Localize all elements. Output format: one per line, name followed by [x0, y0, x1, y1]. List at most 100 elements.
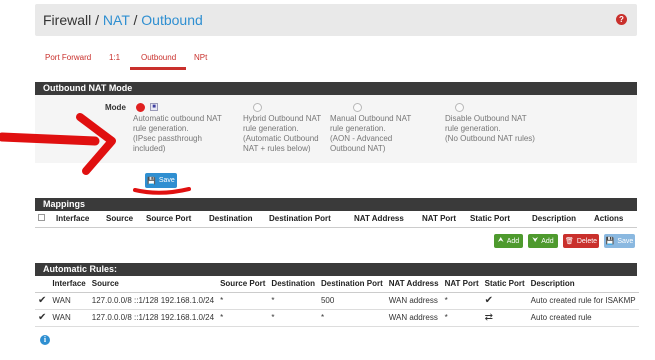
cell-destination: *: [268, 309, 318, 327]
col-source: Source: [88, 276, 218, 293]
breadcrumb-nat-link[interactable]: NAT: [103, 12, 130, 28]
cell-interface: WAN: [49, 309, 89, 327]
breadcrumb-separator: /: [129, 12, 142, 28]
col-description[interactable]: Description: [529, 211, 591, 228]
mode-selected-indicator-icon: ■: [150, 103, 158, 111]
mode-option-manual-text: Manual Outbound NAT rule generation. (AO…: [330, 114, 430, 154]
tab-outbound[interactable]: Outbound: [141, 53, 176, 62]
mappings-save-label: Save: [617, 237, 634, 245]
info-icon[interactable]: i: [40, 335, 50, 345]
cell-destination: *: [268, 292, 318, 310]
col-destination-port[interactable]: Destination Port: [266, 211, 351, 228]
mappings-table: Interface Source Source Port Destination…: [35, 211, 637, 228]
col-description: Description: [527, 276, 639, 293]
page-title: Firewall / NAT / Outbound: [43, 12, 203, 28]
tab-npt[interactable]: NPt: [194, 53, 207, 62]
breadcrumb-separator: /: [91, 12, 103, 28]
col-destination: Destination: [268, 276, 318, 293]
option-line: included): [133, 144, 166, 153]
col-destination-port: Destination Port: [317, 276, 386, 293]
auto-rules-header-row: Interface Source Source Port Destination…: [35, 276, 639, 293]
mode-option-disable-text: Disable Outbound NAT rule generation. (N…: [445, 114, 565, 144]
check-icon: ✔: [481, 292, 528, 310]
cell-nat-port: *: [441, 309, 482, 327]
mappings-title: Mappings: [35, 198, 637, 211]
panel-title: Outbound NAT Mode: [35, 82, 637, 95]
automatic-rules-table: Interface Source Source Port Destination…: [35, 276, 639, 327]
help-icon[interactable]: ?: [616, 14, 627, 25]
mode-radio-automatic[interactable]: [136, 103, 145, 112]
cell-nat-address: WAN address: [385, 292, 442, 310]
trash-icon: 🗑: [564, 238, 574, 245]
save-button-label: Save: [158, 177, 175, 184]
col-interface[interactable]: Interface: [53, 211, 103, 228]
col-destination[interactable]: Destination: [206, 211, 266, 228]
col-source[interactable]: Source: [103, 211, 143, 228]
annotation-arrow-icon: [0, 113, 116, 175]
cell-source: 127.0.0.0/8 ::1/128 192.168.1.0/24: [88, 309, 218, 327]
cell-nat-port: *: [441, 292, 482, 310]
option-line: (AON - Advanced: [330, 134, 393, 143]
select-all-checkbox[interactable]: [38, 214, 45, 222]
mappings-header-row: Interface Source Source Port Destination…: [35, 211, 637, 228]
table-row: ✔ WAN 127.0.0.0/8 ::1/128 192.168.1.0/24…: [35, 309, 639, 327]
breadcrumb: Firewall / NAT / Outbound ?: [35, 4, 637, 36]
option-line: Outbound NAT): [330, 144, 386, 153]
cell-source-port: *: [217, 292, 269, 310]
status-col-header: [35, 276, 50, 293]
shuffle-icon: ⇄: [481, 309, 528, 327]
col-interface: Interface: [49, 276, 89, 293]
option-line: Hybrid Outbound NAT: [243, 114, 322, 123]
add-top-button[interactable]: ⮝ Add: [494, 234, 523, 248]
add-top-label: Add: [506, 237, 520, 245]
option-line: NAT + rules below): [243, 144, 311, 153]
col-nat-port[interactable]: NAT Port: [419, 211, 467, 228]
automatic-rules-panel: Automatic Rules: Interface Source Source…: [35, 263, 639, 327]
annotation-underline-icon: [133, 187, 191, 195]
mode-radio-disable[interactable]: [455, 103, 464, 112]
col-static-port: Static Port: [481, 276, 528, 293]
breadcrumb-firewall: Firewall: [43, 12, 92, 28]
cell-description: Auto created rule: [527, 309, 639, 327]
add-bottom-label: Add: [541, 237, 554, 245]
tab-port-forward[interactable]: Port Forward: [45, 53, 91, 62]
cell-source-port: *: [217, 309, 269, 327]
option-line: Manual Outbound NAT: [330, 114, 412, 123]
select-all-header: [35, 211, 53, 228]
check-icon: ✔: [35, 292, 50, 310]
nat-tabs: Port Forward 1:1 Outbound NPt: [35, 45, 637, 70]
option-line: (Automatic Outbound: [243, 134, 319, 143]
tab-one-to-one[interactable]: 1:1: [109, 53, 120, 62]
mode-option-automatic-text: Automatic outbound NAT rule generation. …: [133, 114, 233, 154]
option-line: rule generation.: [445, 124, 501, 133]
cell-dest-port: *: [317, 309, 386, 327]
breadcrumb-outbound-link[interactable]: Outbound: [141, 12, 203, 28]
cell-interface: WAN: [49, 292, 89, 310]
option-line: (No Outbound NAT rules): [445, 134, 535, 143]
col-nat-address: NAT Address: [385, 276, 442, 293]
col-nat-port: NAT Port: [441, 276, 482, 293]
mode-option-hybrid-text: Hybrid Outbound NAT rule generation. (Au…: [243, 114, 343, 154]
cell-dest-port: 500: [317, 292, 386, 310]
mappings-panel: Mappings Interface Source Source Port De…: [35, 198, 637, 228]
arrow-up-icon: ⮝: [497, 237, 504, 244]
cell-description: Auto created rule for ISAKMP: [527, 292, 639, 310]
cell-source: 127.0.0.0/8 ::1/128 192.168.1.0/24: [88, 292, 218, 310]
mappings-save-button[interactable]: 💾 Save: [604, 234, 635, 248]
arrow-down-icon: ⮟: [532, 237, 539, 244]
mode-radio-manual[interactable]: [353, 103, 362, 112]
mode-radio-hybrid[interactable]: [253, 103, 262, 112]
col-source-port: Source Port: [217, 276, 269, 293]
check-icon: ✔: [35, 309, 50, 327]
table-row: ✔ WAN 127.0.0.0/8 ::1/128 192.168.1.0/24…: [35, 292, 639, 310]
option-line: (IPsec passthrough: [133, 134, 202, 143]
col-nat-address[interactable]: NAT Address: [351, 211, 419, 228]
cell-nat-address: WAN address: [385, 309, 442, 327]
automatic-rules-title: Automatic Rules:: [35, 263, 637, 276]
delete-label: Delete: [576, 237, 598, 245]
col-source-port[interactable]: Source Port: [143, 211, 206, 228]
delete-button[interactable]: 🗑 Delete: [563, 234, 599, 248]
col-static-port[interactable]: Static Port: [467, 211, 529, 228]
add-bottom-button[interactable]: ⮟ Add: [528, 234, 558, 248]
option-line: Disable Outbound NAT: [445, 114, 527, 123]
